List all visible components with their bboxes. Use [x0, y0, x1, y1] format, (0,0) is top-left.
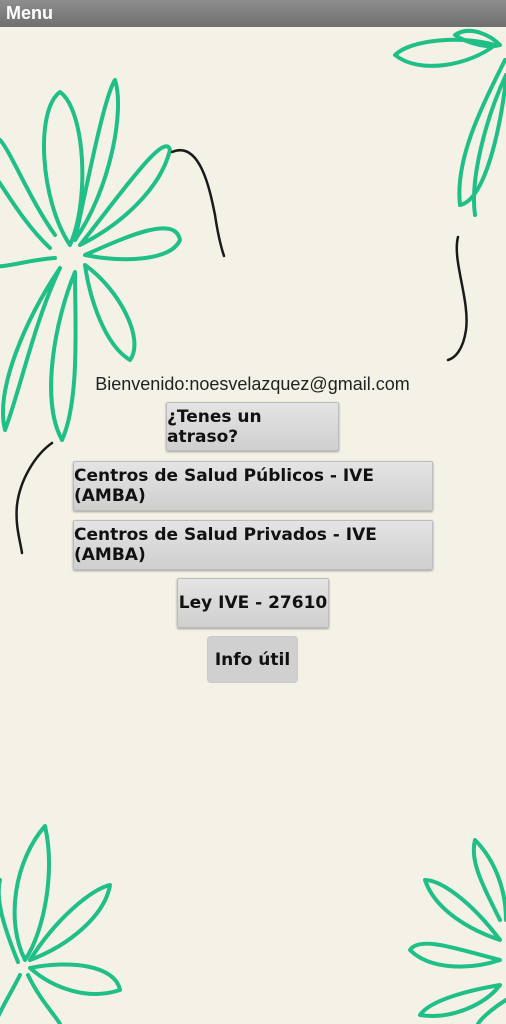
- welcome-message: Bienvenido:noesvelazquez@gmail.com: [0, 374, 506, 395]
- atraso-button[interactable]: ¿Tenes un atraso?: [166, 402, 339, 451]
- swirl-line-icon: [446, 235, 468, 362]
- flower-decoration-icon: [408, 838, 506, 1024]
- info-util-button[interactable]: Info útil: [207, 636, 298, 683]
- welcome-text: Bienvenido:noesvelazquez@gmail.com: [95, 374, 410, 394]
- floral-background: [0, 28, 506, 1024]
- flower-decoration-icon: [0, 824, 122, 1024]
- centros-privados-button[interactable]: Centros de Salud Privados - IVE (AMBA): [73, 520, 433, 570]
- ley-ive-button[interactable]: Ley IVE - 27610: [177, 578, 329, 628]
- swirl-line-icon: [15, 441, 54, 555]
- flower-decoration-icon: [393, 28, 506, 217]
- centros-publicos-button[interactable]: Centros de Salud Públicos - IVE (AMBA): [73, 461, 433, 511]
